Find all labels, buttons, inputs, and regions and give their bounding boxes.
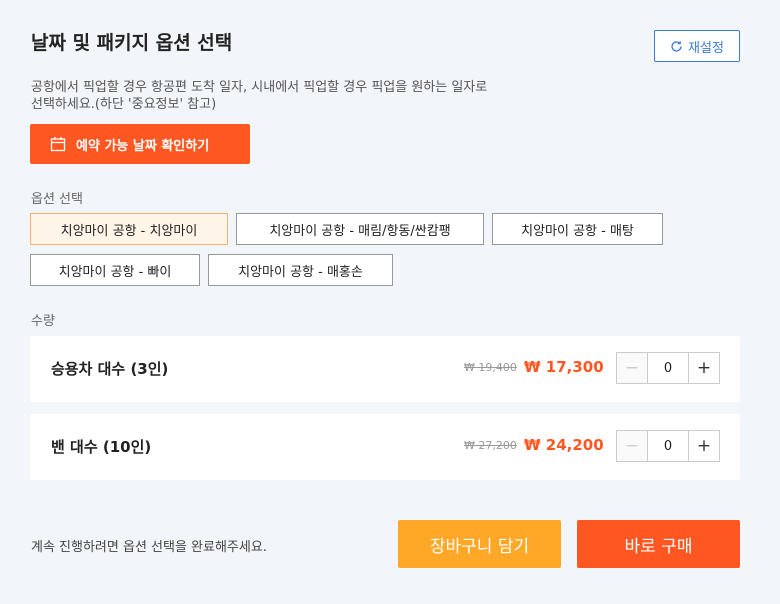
reset-label: 재설정 — [688, 40, 724, 56]
check-dates-button[interactable]: 예약 가능 날짜 확인하기 — [30, 124, 250, 164]
van-original-price: ₩ 27,200 — [464, 439, 517, 452]
sedan-decrement-button[interactable]: − — [617, 353, 648, 383]
sedan-quantity-stepper: − 0 + — [616, 352, 720, 384]
option-maehongson[interactable]: 치앙마이 공항 - 매홍손 — [208, 254, 393, 286]
option-section-label: 옵션 선택 — [31, 192, 83, 207]
van-quantity-stepper: − 0 + — [616, 430, 720, 462]
van-label: 밴 대수 (10인) — [51, 438, 152, 456]
reset-button[interactable]: 재설정 — [654, 30, 740, 62]
option-maerim[interactable]: 치앙마이 공항 - 매림/항동/싼캄팽 — [236, 213, 484, 245]
quantity-section-label: 수량 — [31, 314, 55, 329]
sedan-sale-price: ₩ 17,300 — [524, 358, 604, 376]
quantity-row-van: 밴 대수 (10인) ₩ 27,200 ₩ 24,200 − 0 + — [30, 414, 740, 480]
sedan-quantity-value[interactable]: 0 — [648, 353, 688, 383]
van-quantity-value[interactable]: 0 — [648, 431, 688, 461]
refresh-icon — [671, 40, 682, 52]
add-to-cart-button[interactable]: 장바구니 담기 — [398, 520, 561, 568]
van-decrement-button[interactable]: − — [617, 431, 648, 461]
option-chiangmai[interactable]: 치앙마이 공항 - 치앙마이 — [30, 213, 228, 245]
page-title: 날짜 및 패키지 옵션 선택 — [31, 32, 233, 54]
check-dates-label: 예약 가능 날짜 확인하기 — [76, 138, 210, 154]
van-increment-button[interactable]: + — [688, 431, 719, 461]
footer-note: 계속 진행하려면 옵션 선택을 완료해주세요. — [31, 540, 267, 555]
quantity-row-sedan: 승용차 대수 (3인) ₩ 19,400 ₩ 17,300 − 0 + — [30, 336, 740, 402]
instruction-text: 공항에서 픽업할 경우 항공편 도착 일자, 시내에서 픽업할 경우 픽업을 원… — [31, 80, 488, 112]
sedan-original-price: ₩ 19,400 — [464, 361, 517, 374]
buy-now-button[interactable]: 바로 구매 — [577, 520, 740, 568]
option-pai[interactable]: 치앙마이 공항 - 빠이 — [30, 254, 200, 286]
sedan-increment-button[interactable]: + — [688, 353, 719, 383]
van-sale-price: ₩ 24,200 — [524, 436, 604, 454]
option-maetaeng[interactable]: 치앙마이 공항 - 매탕 — [492, 213, 663, 245]
calendar-icon — [50, 137, 66, 152]
sedan-label: 승용차 대수 (3인) — [51, 360, 169, 378]
